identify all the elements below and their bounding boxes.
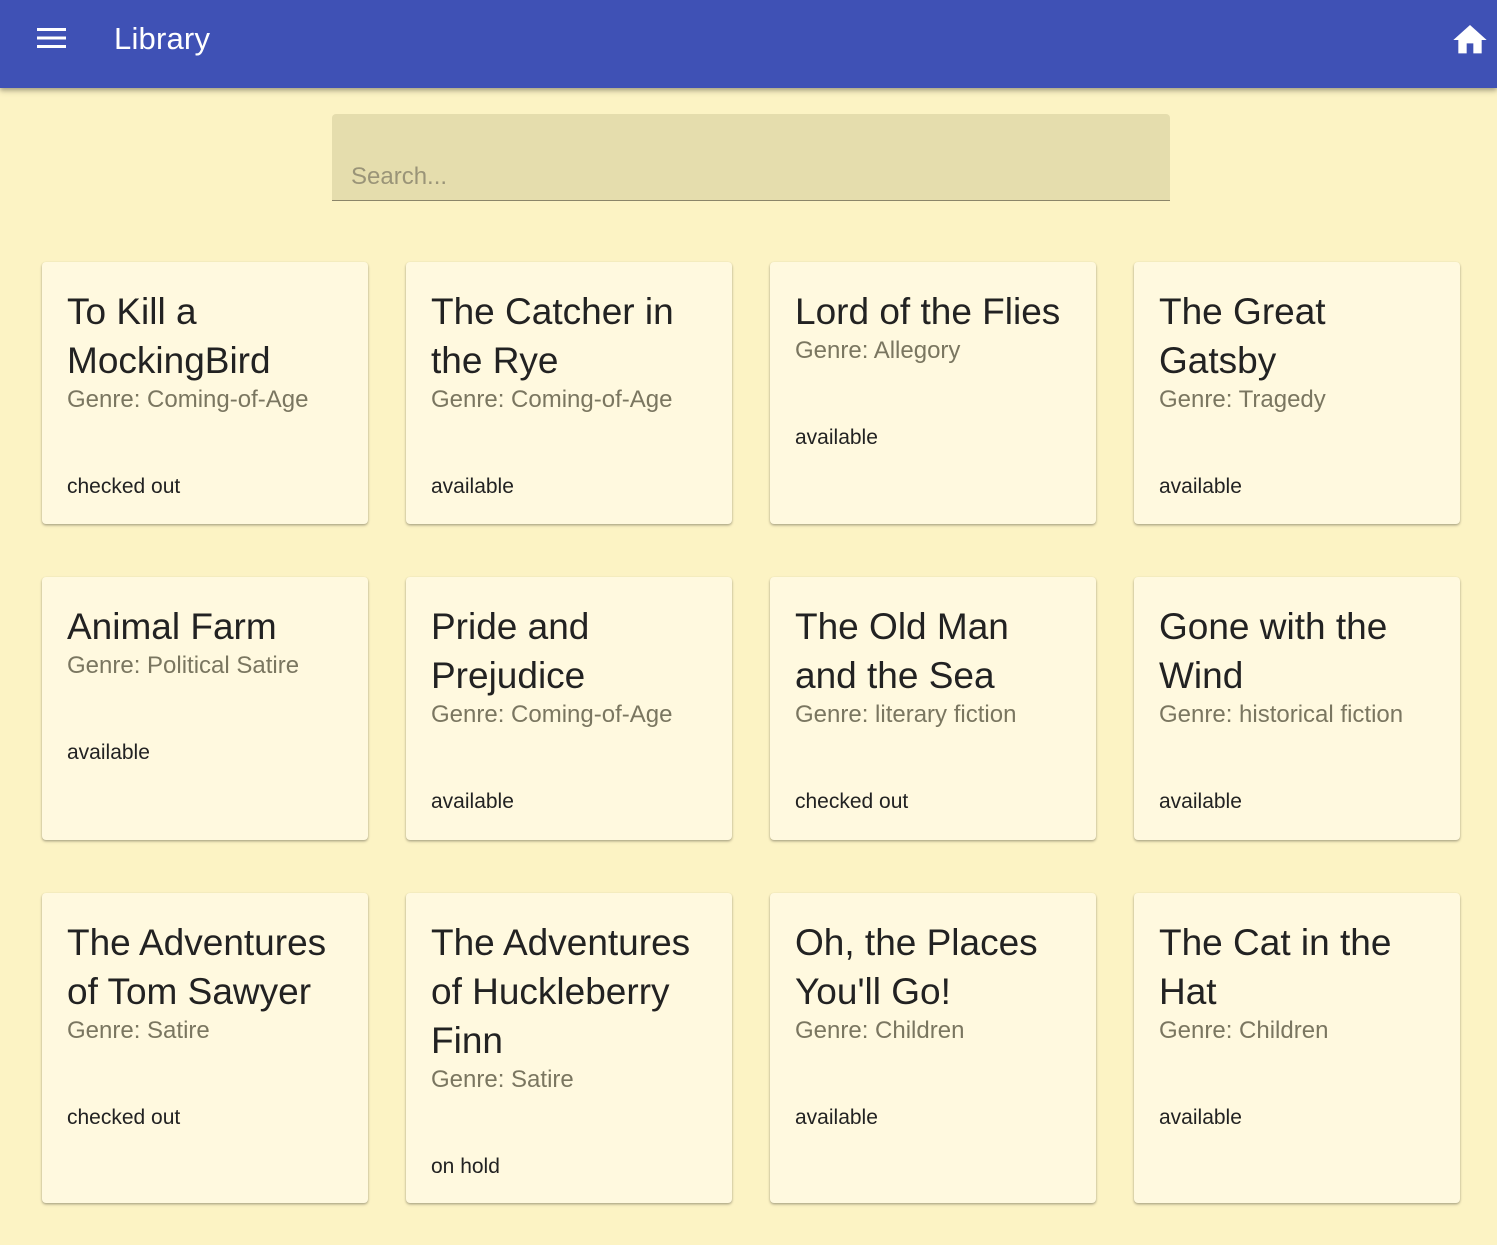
book-status: available [431, 475, 514, 498]
book-genre: Genre: Allegory [795, 337, 961, 364]
book-title: The Catcher in the Rye [431, 291, 674, 381]
home-button[interactable] [1450, 20, 1490, 60]
book-genre: Genre: Children [795, 1017, 965, 1044]
book-title: The Great Gatsby [1159, 291, 1326, 381]
book-status: available [795, 426, 878, 449]
book-status: available [67, 741, 150, 764]
book-card[interactable]: Lord of the Flies Genre: Allegory availa… [770, 262, 1096, 524]
book-title: To Kill a MockingBird [67, 291, 271, 381]
book-status: available [1159, 790, 1242, 813]
book-card[interactable]: To Kill a MockingBird Genre: Coming-of-A… [42, 262, 368, 524]
book-title: Animal Farm [67, 606, 277, 647]
book-status: checked out [67, 1106, 181, 1129]
book-status: available [1159, 1106, 1242, 1129]
book-genre: Genre: Satire [431, 1066, 574, 1093]
book-status: available [1159, 475, 1242, 498]
search-input[interactable] [332, 114, 1170, 200]
book-title: Gone with the Wind [1159, 606, 1388, 696]
book-title: The Cat in the Hat [1159, 922, 1392, 1012]
book-title: Oh, the Places You'll Go! [795, 922, 1038, 1012]
app-bar: Library [0, 0, 1497, 88]
book-title: The Old Man and the Sea [795, 606, 1009, 696]
book-card[interactable]: The Cat in the Hat Genre: Children avail… [1134, 893, 1460, 1203]
book-genre: Genre: Coming-of-Age [431, 701, 673, 728]
book-genre: Genre: historical fiction [1159, 701, 1404, 728]
book-title: The Adventures of Huckleberry Finn [431, 922, 691, 1061]
app-title: Library [114, 21, 211, 56]
menu-icon [37, 28, 66, 48]
book-status: checked out [67, 475, 181, 498]
book-grid: To Kill a MockingBird Genre: Coming-of-A… [42, 262, 1460, 1203]
book-card[interactable]: Oh, the Places You'll Go! Genre: Childre… [770, 893, 1096, 1203]
menu-button[interactable] [30, 22, 72, 58]
book-genre: Genre: literary fiction [795, 701, 1017, 728]
book-card[interactable]: Gone with the Wind Genre: historical fic… [1134, 577, 1460, 840]
book-card[interactable]: Pride and Prejudice Genre: Coming-of-Age… [406, 577, 732, 840]
book-title: The Adventures of Tom Sawyer [67, 922, 327, 1012]
search-field [332, 114, 1170, 201]
book-card[interactable]: The Old Man and the Sea Genre: literary … [770, 577, 1096, 840]
book-status: on hold [431, 1155, 500, 1178]
book-card[interactable]: The Catcher in the Rye Genre: Coming-of-… [406, 262, 732, 524]
book-card[interactable]: The Adventures of Tom Sawyer Genre: Sati… [42, 893, 368, 1203]
book-genre: Genre: Coming-of-Age [431, 386, 673, 413]
book-genre: Genre: Coming-of-Age [67, 386, 309, 413]
book-status: available [795, 1106, 878, 1129]
book-title: Pride and Prejudice [431, 606, 590, 696]
book-genre: Genre: Children [1159, 1017, 1329, 1044]
home-icon [1453, 25, 1487, 54]
book-genre: Genre: Satire [67, 1017, 210, 1044]
book-genre: Genre: Tragedy [1159, 386, 1326, 413]
book-status: available [431, 790, 514, 813]
book-card[interactable]: Animal Farm Genre: Political Satire avai… [42, 577, 368, 840]
book-card[interactable]: The Great Gatsby Genre: Tragedy availabl… [1134, 262, 1460, 524]
book-title: Lord of the Flies [795, 291, 1061, 332]
book-status: checked out [795, 790, 909, 813]
book-card[interactable]: The Adventures of Huckleberry Finn Genre… [406, 893, 732, 1203]
book-genre: Genre: Political Satire [67, 652, 300, 679]
